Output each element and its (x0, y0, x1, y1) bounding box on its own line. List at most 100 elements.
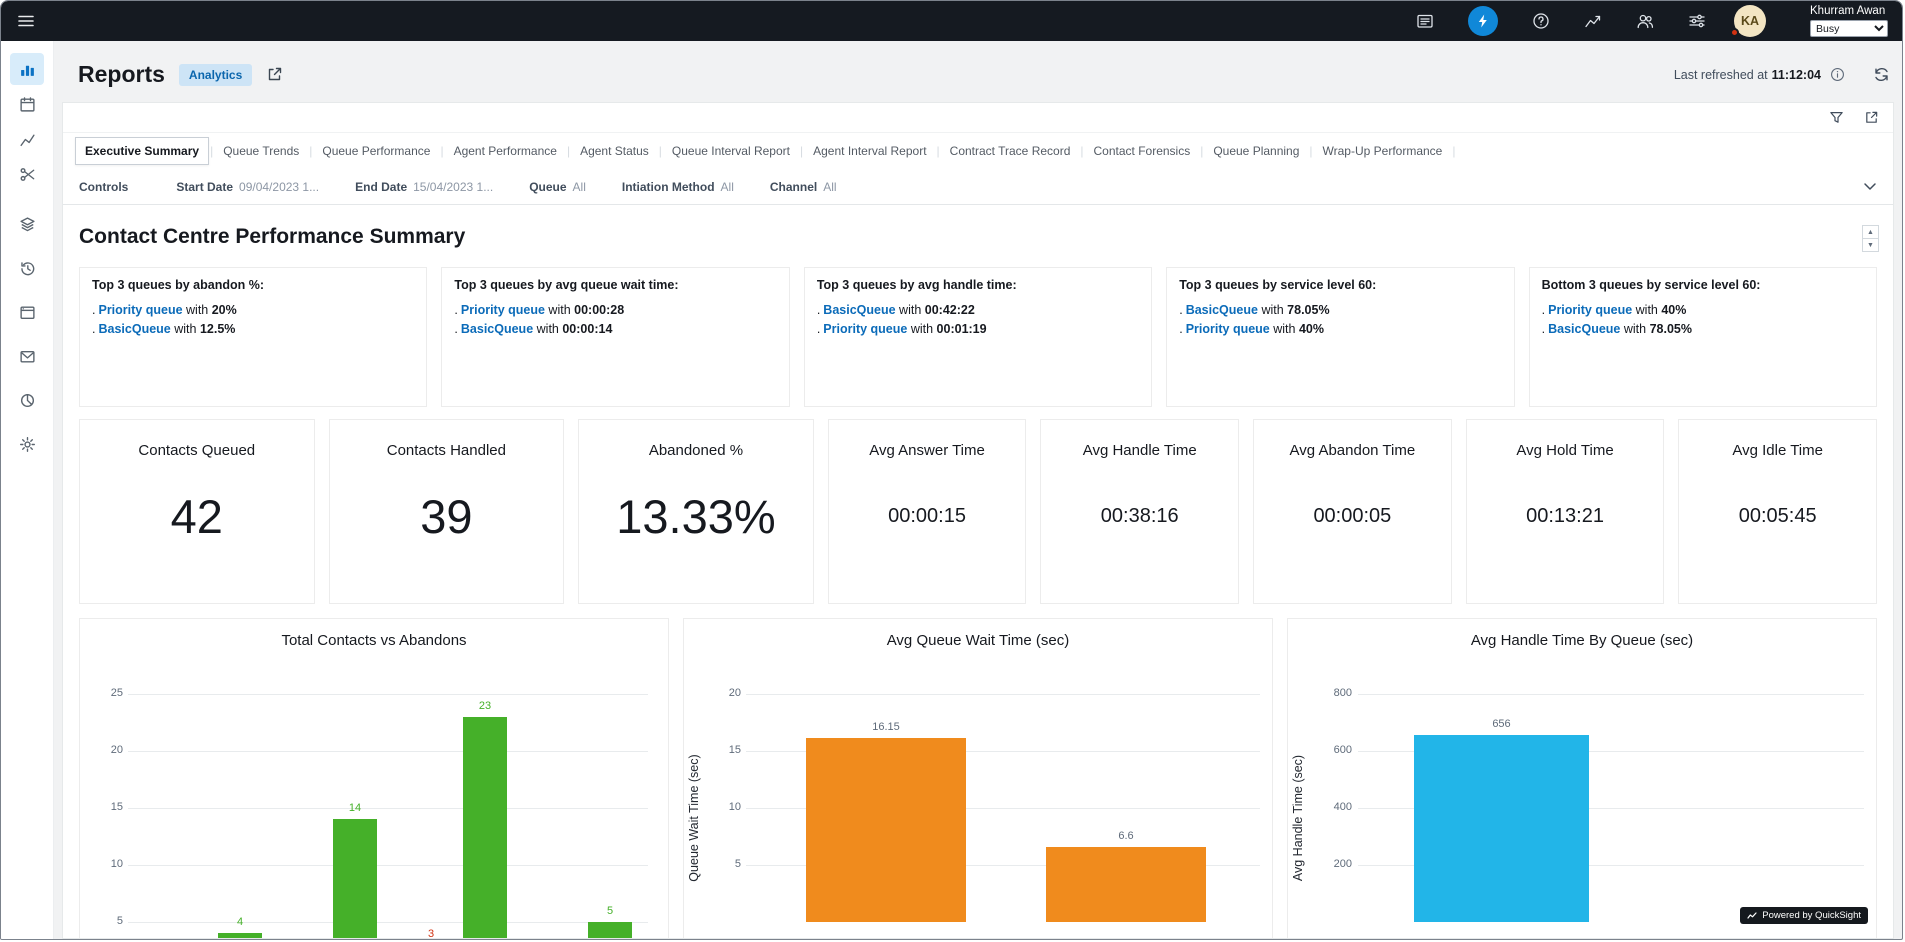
bar-handle[interactable] (1414, 735, 1589, 922)
queue-summary-item: .Priority queue with 00:00:28 (454, 301, 776, 320)
notepad-button[interactable] (1416, 12, 1434, 30)
sidebar-item-settings[interactable] (10, 428, 44, 460)
tab[interactable]: Executive Summary (75, 137, 214, 165)
queue-link[interactable]: BasicQueue (1186, 303, 1258, 317)
queue-summary-item: .BasicQueue with 00:00:14 (454, 320, 776, 339)
sidebar-item-tools[interactable] (10, 158, 44, 190)
sidebar-item-layers[interactable] (10, 208, 44, 240)
kpi-card: Avg Idle Time 00:05:45 (1678, 419, 1877, 604)
connector-text: with (899, 303, 921, 317)
tab[interactable]: Agent Interval Report (804, 138, 941, 164)
bullet: . (817, 322, 820, 336)
filter-label: End Date (355, 180, 407, 194)
queue-summary-item: .BasicQueue with 12.5% (92, 320, 414, 339)
tab[interactable]: Wrap-Up Performance (1314, 138, 1457, 164)
open-external-button[interactable] (266, 66, 283, 83)
preferences-button[interactable] (1688, 12, 1706, 30)
bar-contacts[interactable] (333, 819, 377, 938)
sidebar-item-reports[interactable] (10, 53, 44, 85)
metrics-button[interactable] (1584, 12, 1602, 30)
sidebar-item-history[interactable] (10, 252, 44, 284)
filter-control[interactable]: Start Date09/04/2023 1... (176, 180, 319, 194)
bar-contacts[interactable] (218, 933, 262, 938)
filter-control[interactable]: ChannelAll (770, 180, 837, 194)
bar-wait[interactable] (1046, 847, 1206, 922)
layers-icon (19, 216, 36, 233)
last-refreshed-time: 11:12:04 (1772, 68, 1821, 82)
queue-value: 78.05% (1650, 322, 1692, 336)
queue-link[interactable]: Priority queue (98, 303, 182, 317)
bar-wait[interactable] (806, 738, 966, 922)
tab-label: Queue Planning (1204, 138, 1308, 164)
app-window: KA Khurram Awan Busy (0, 0, 1903, 940)
scroll-up-button[interactable]: ▲ (1862, 225, 1879, 239)
bar-value-label: 5 (575, 905, 645, 917)
avatar[interactable]: KA (1734, 5, 1766, 37)
gear-icon (19, 436, 36, 453)
queue-summary-item: .Priority queue with 00:01:19 (817, 320, 1139, 339)
queue-link[interactable]: BasicQueue (1548, 322, 1620, 336)
chart-plot: 201510516.156.6Queue Wait Time (sec) (684, 619, 1272, 938)
tab[interactable]: Queue Planning (1204, 138, 1313, 164)
connector-text: with (1273, 322, 1295, 336)
agents-button[interactable] (1636, 12, 1654, 30)
bar-contacts[interactable] (463, 717, 507, 938)
help-button[interactable] (1532, 12, 1550, 30)
sidebar-item-trends[interactable] (10, 123, 44, 155)
queue-link[interactable]: BasicQueue (461, 322, 533, 336)
queue-link[interactable]: Priority queue (461, 303, 545, 317)
filter-value: 09/04/2023 1... (239, 180, 319, 194)
tab[interactable]: Agent Performance (445, 138, 572, 164)
tab[interactable]: Queue Interval Report (663, 138, 804, 164)
tab[interactable]: Contract Trace Record (941, 138, 1085, 164)
queue-link[interactable]: BasicQueue (98, 322, 170, 336)
kpi-value: 42 (171, 459, 223, 573)
bullet: . (817, 303, 820, 317)
filter-button[interactable] (1829, 110, 1844, 125)
kpi-label: Abandoned % (649, 442, 743, 459)
app-shell: Reports Analytics Last refreshed at 11:1… (1, 41, 1902, 939)
filter-control[interactable]: Intiation MethodAll (622, 180, 734, 194)
refresh-button[interactable] (1873, 66, 1890, 83)
filter-label: Intiation Method (622, 180, 715, 194)
kpi-card: Contacts Queued 42 (79, 419, 315, 604)
queue-link[interactable]: Priority queue (1548, 303, 1632, 317)
bullet: . (1542, 322, 1545, 336)
bar-contacts[interactable] (588, 922, 632, 938)
status-select[interactable]: Busy (1810, 20, 1888, 37)
filter-control[interactable]: End Date15/04/2023 1... (355, 180, 493, 194)
controls-collapse-button[interactable] (1863, 182, 1877, 191)
quicksight-badge[interactable]: Powered by QuickSight (1740, 907, 1868, 924)
sidebar-item-mail[interactable] (10, 340, 44, 372)
connector-text: with (1624, 322, 1646, 336)
tab[interactable]: Queue Trends (214, 138, 313, 164)
sidebar-item-windows[interactable] (10, 296, 44, 328)
scroll-down-button[interactable]: ▼ (1862, 238, 1879, 252)
line-chart-icon (1584, 12, 1602, 30)
y-tick-label: 10 (701, 801, 741, 813)
quick-actions-button[interactable] (1468, 6, 1498, 36)
hamburger-menu-button[interactable] (13, 8, 39, 34)
tab[interactable]: Agent Status (571, 138, 663, 164)
sidebar-item-pie-reports[interactable] (10, 384, 44, 416)
queue-summary-title: Bottom 3 queues by service level 60: (1542, 278, 1864, 292)
connector-text: with (911, 322, 933, 336)
page-title: Reports (78, 61, 165, 88)
chart-avg-handle-time-by-queue: Avg Handle Time By Queue (sec) 800600400… (1287, 618, 1877, 938)
queue-link[interactable]: Priority queue (1186, 322, 1270, 336)
controls-label: Controls (79, 180, 128, 194)
queue-link[interactable]: Priority queue (823, 322, 907, 336)
sidebar-item-calendar[interactable] (10, 88, 44, 120)
queue-link[interactable]: BasicQueue (823, 303, 895, 317)
tab-label: Queue Performance (313, 138, 439, 164)
y-tick-label: 25 (83, 687, 123, 699)
filter-control[interactable]: QueueAll (529, 180, 586, 194)
maximize-button[interactable] (1864, 110, 1879, 125)
y-tick-label: 10 (83, 858, 123, 870)
tab[interactable]: Queue Performance (313, 138, 444, 164)
sliders-icon (1688, 12, 1706, 30)
kpi-value: 00:38:16 (1101, 459, 1179, 573)
kpi-label: Avg Handle Time (1083, 442, 1197, 459)
refresh-info-button[interactable] (1830, 67, 1845, 82)
tab[interactable]: Contact Forensics (1085, 138, 1205, 164)
